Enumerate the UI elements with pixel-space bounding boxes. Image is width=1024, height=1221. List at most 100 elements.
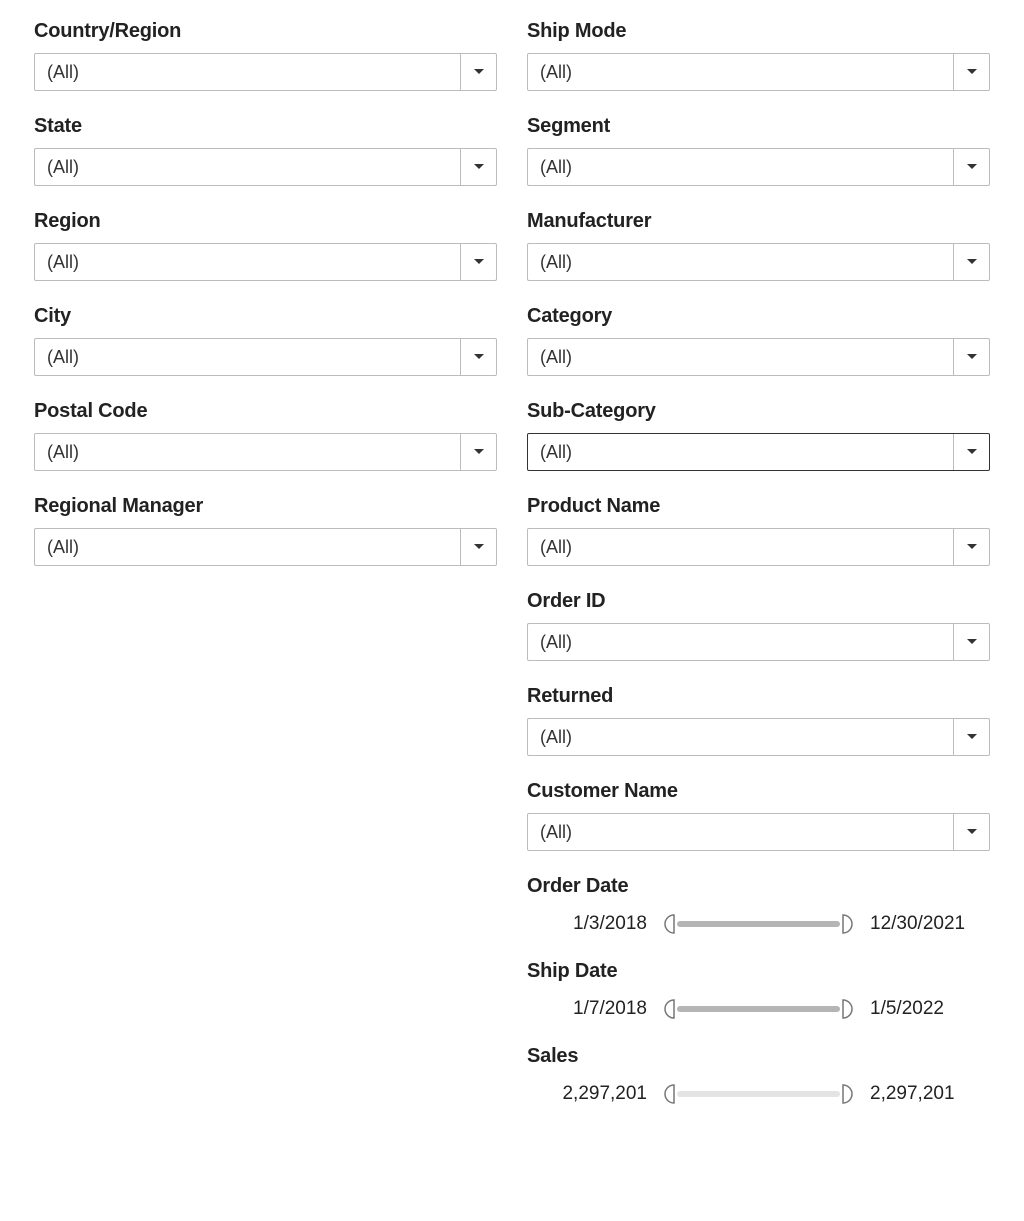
filter-label-ship-mode: Ship Mode [527,20,990,43]
chevron-down-icon[interactable] [460,54,496,90]
dropdown-regional-manager[interactable]: (All) [34,528,497,566]
slider-to-order-date: 12/30/2021 [870,913,990,935]
filter-postal-code: Postal Code (All) [34,400,497,471]
dropdown-region[interactable]: (All) [34,243,497,281]
slider-handle-right-ship-date[interactable] [842,999,856,1019]
dropdown-segment[interactable]: (All) [527,148,990,186]
chevron-down-icon[interactable] [953,244,989,280]
filter-customer-name: Customer Name (All) [527,780,990,851]
filter-label-country-region: Country/Region [34,20,497,43]
slider-row-ship-date: 1/7/2018 1/5/2022 [527,993,990,1021]
dropdown-country-region[interactable]: (All) [34,53,497,91]
chevron-down-icon[interactable] [953,624,989,660]
dropdown-value-returned: (All) [528,719,953,755]
chevron-down-icon[interactable] [953,719,989,755]
filter-label-category: Category [527,305,990,328]
slider-track-ship-date[interactable] [661,997,856,1021]
chevron-down-icon[interactable] [460,529,496,565]
slider-sales: Sales 2,297,2012,297,201 [527,1045,990,1106]
dropdown-product-name[interactable]: (All) [527,528,990,566]
filter-label-segment: Segment [527,115,990,138]
filter-label-manufacturer: Manufacturer [527,210,990,233]
filter-manufacturer: Manufacturer (All) [527,210,990,281]
chevron-down-icon[interactable] [953,814,989,850]
slider-handle-right-order-date[interactable] [842,914,856,934]
dropdown-value-segment: (All) [528,149,953,185]
dropdown-value-postal-code: (All) [35,434,460,470]
filter-label-regional-manager: Regional Manager [34,495,497,518]
dropdown-value-region: (All) [35,244,460,280]
slider-bar-order-date[interactable] [677,921,840,927]
filter-region: Region (All) [34,210,497,281]
slider-handle-left-ship-date[interactable] [661,999,675,1019]
slider-bar-sales[interactable] [677,1091,840,1097]
filter-state: State (All) [34,115,497,186]
filter-label-product-name: Product Name [527,495,990,518]
dropdown-ship-mode[interactable]: (All) [527,53,990,91]
filter-label-state: State [34,115,497,138]
dropdown-state[interactable]: (All) [34,148,497,186]
dropdown-category[interactable]: (All) [527,338,990,376]
slider-order-date: Order Date 1/3/2018 12/30/2021 [527,875,990,936]
filter-order-id: Order ID (All) [527,590,990,661]
dropdown-sub-category[interactable]: (All) [527,433,990,471]
filter-label-region: Region [34,210,497,233]
chevron-down-icon[interactable] [953,529,989,565]
chevron-down-icon[interactable] [460,434,496,470]
slider-handle-left-order-date[interactable] [661,914,675,934]
filter-regional-manager: Regional Manager (All) [34,495,497,566]
slider-from-order-date: 1/3/2018 [527,913,647,935]
filter-label-customer-name: Customer Name [527,780,990,803]
slider-ship-date: Ship Date1/7/20181/5/2022 [527,960,990,1021]
chevron-down-icon[interactable] [460,244,496,280]
chevron-down-icon[interactable] [953,54,989,90]
slider-row-order-date: 1/3/2018 12/30/2021 [527,908,990,936]
dropdown-value-product-name: (All) [528,529,953,565]
dropdown-value-regional-manager: (All) [35,529,460,565]
filter-returned: Returned (All) [527,685,990,756]
filter-label-order-id: Order ID [527,590,990,613]
slider-from-ship-date: 1/7/2018 [527,998,647,1020]
filter-label-sub-category: Sub-Category [527,400,990,423]
slider-to-ship-date: 1/5/2022 [870,998,990,1020]
filter-country-region: Country/Region (All) [34,20,497,91]
dropdown-city[interactable]: (All) [34,338,497,376]
dropdown-value-sub-category: (All) [528,434,953,470]
dropdown-customer-name[interactable]: (All) [527,813,990,851]
filter-product-name: Product Name (All) [527,495,990,566]
slider-label-order-date: Order Date [527,875,990,898]
slider-bar-ship-date[interactable] [677,1006,840,1012]
dropdown-value-category: (All) [528,339,953,375]
dropdown-value-city: (All) [35,339,460,375]
slider-to-sales: 2,297,201 [870,1083,990,1105]
dropdown-manufacturer[interactable]: (All) [527,243,990,281]
slider-track-order-date[interactable] [661,912,856,936]
chevron-down-icon[interactable] [953,149,989,185]
filter-label-postal-code: Postal Code [34,400,497,423]
filter-label-returned: Returned [527,685,990,708]
slider-track-sales[interactable] [661,1082,856,1106]
slider-label-sales: Sales [527,1045,990,1068]
chevron-down-icon[interactable] [953,434,989,470]
dropdown-value-customer-name: (All) [528,814,953,850]
dropdown-order-id[interactable]: (All) [527,623,990,661]
dropdown-postal-code[interactable]: (All) [34,433,497,471]
filter-sub-category: Sub-Category (All) [527,400,990,471]
filter-segment: Segment (All) [527,115,990,186]
chevron-down-icon[interactable] [460,339,496,375]
slider-handle-right-sales[interactable] [842,1084,856,1104]
slider-row-sales: 2,297,2012,297,201 [527,1078,990,1106]
dropdown-value-country-region: (All) [35,54,460,90]
slider-handle-left-sales[interactable] [661,1084,675,1104]
filter-ship-mode: Ship Mode (All) [527,20,990,91]
dropdown-value-ship-mode: (All) [528,54,953,90]
filter-category: Category (All) [527,305,990,376]
dropdown-value-state: (All) [35,149,460,185]
chevron-down-icon[interactable] [460,149,496,185]
filter-label-city: City [34,305,497,328]
dropdown-value-manufacturer: (All) [528,244,953,280]
chevron-down-icon[interactable] [953,339,989,375]
dropdown-value-order-id: (All) [528,624,953,660]
dropdown-returned[interactable]: (All) [527,718,990,756]
filter-city: City (All) [34,305,497,376]
